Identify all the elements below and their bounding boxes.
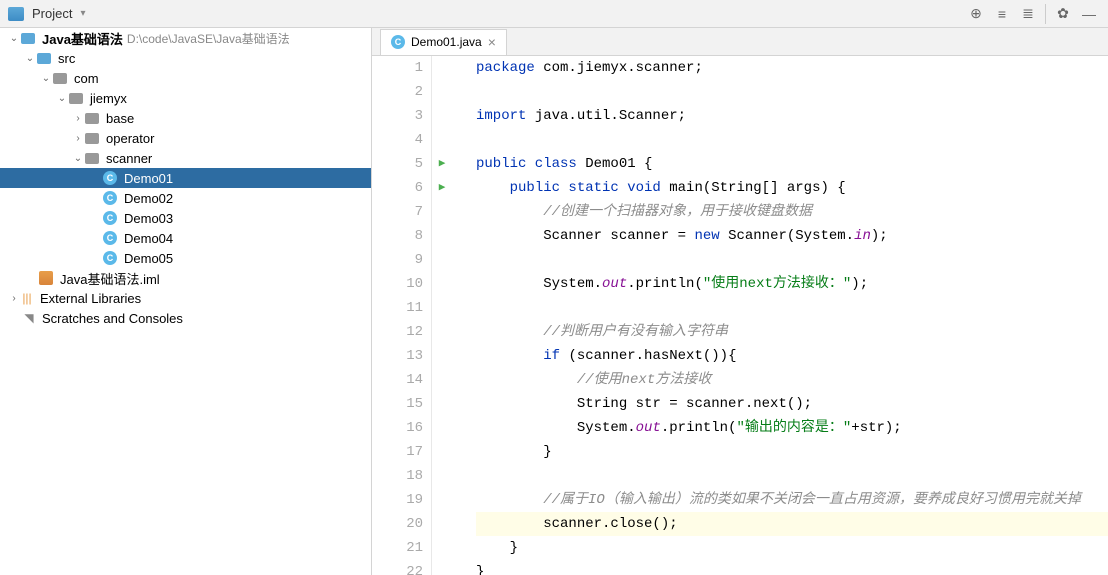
project-tree: ⌄ Java基础语法 D:\code\JavaSE\Java基础语法 ⌄ src… [0, 28, 372, 575]
tree-file-demo04[interactable]: C Demo04 [0, 228, 371, 248]
expand-all-icon[interactable]: ≡ [991, 3, 1013, 25]
package-icon [85, 133, 99, 144]
tree-file-demo01[interactable]: C Demo01 [0, 168, 371, 188]
package-icon [85, 153, 99, 164]
tree-path: D:\code\JavaSE\Java基础语法 [127, 30, 290, 47]
iml-icon [39, 271, 53, 285]
tree-label: External Libraries [40, 291, 141, 306]
tree-label: Demo04 [124, 231, 173, 246]
tree-label: src [58, 51, 75, 66]
editor-area: C Demo01.java × 123456789101112131415161… [372, 28, 1108, 575]
package-icon [85, 113, 99, 124]
tree-file-demo03[interactable]: C Demo03 [0, 208, 371, 228]
tree-scratches[interactable]: ◥ Scratches and Consoles [0, 308, 371, 328]
tree-label: Demo01 [124, 171, 173, 186]
java-class-icon: C [103, 251, 117, 265]
tree-label: Demo02 [124, 191, 173, 206]
gear-icon[interactable]: ✿ [1052, 3, 1074, 25]
scratches-icon: ◥ [22, 311, 36, 325]
tree-label: Demo05 [124, 251, 173, 266]
java-class-icon: C [103, 171, 117, 185]
java-class-icon: C [391, 35, 405, 49]
run-icon[interactable]: ▶ [432, 176, 452, 200]
tree-root[interactable]: ⌄ Java基础语法 D:\code\JavaSE\Java基础语法 [0, 28, 371, 48]
hide-icon[interactable]: — [1078, 3, 1100, 25]
tree-src[interactable]: ⌄ src [0, 48, 371, 68]
tree-jiemyx[interactable]: ⌄ jiemyx [0, 88, 371, 108]
chevron-down-icon[interactable]: ⌄ [72, 153, 84, 164]
tree-pkg-operator[interactable]: › operator [0, 128, 371, 148]
tree-pkg-scanner[interactable]: ⌄ scanner [0, 148, 371, 168]
tree-label: jiemyx [90, 91, 127, 106]
java-class-icon: C [103, 211, 117, 225]
tree-file-demo02[interactable]: C Demo02 [0, 188, 371, 208]
tree-label: operator [106, 131, 154, 146]
locate-icon[interactable]: ⊕ [965, 3, 987, 25]
tree-label: scanner [106, 151, 152, 166]
package-icon [69, 93, 83, 104]
chevron-down-icon[interactable]: ⌄ [24, 53, 36, 64]
tree-label: Java基础语法 [42, 29, 123, 48]
chevron-right-icon[interactable]: › [72, 133, 84, 144]
chevron-down-icon[interactable]: ⌄ [40, 73, 52, 84]
chevron-down-icon[interactable]: ⌄ [56, 93, 68, 104]
tree-label: Scratches and Consoles [42, 311, 183, 326]
tab-label: Demo01.java [411, 35, 482, 49]
chevron-down-icon[interactable]: ⌄ [8, 33, 20, 44]
java-class-icon: C [103, 231, 117, 245]
tree-label: com [74, 71, 99, 86]
chevron-right-icon[interactable]: › [72, 113, 84, 124]
project-icon [8, 7, 24, 21]
code-content[interactable]: package com.jiemyx.scanner;import java.u… [468, 56, 1108, 575]
tabs-bar: C Demo01.java × [372, 28, 1108, 56]
project-toolbar: Project ▾ ⊕ ≡ ≣ ✿ — [0, 0, 1108, 28]
divider [1045, 4, 1046, 24]
tree-label: Java基础语法.iml [60, 269, 160, 288]
dropdown-arrow-icon[interactable]: ▾ [80, 8, 85, 19]
line-number-gutter: 12345678910111213141516171819202122 [372, 56, 432, 575]
package-icon [53, 73, 67, 84]
code-editor[interactable]: 12345678910111213141516171819202122 ▶▶ p… [372, 56, 1108, 575]
tree-iml[interactable]: Java基础语法.iml [0, 268, 371, 288]
tab-demo01[interactable]: C Demo01.java × [380, 29, 507, 55]
libraries-icon: ||| [20, 291, 34, 305]
collapse-all-icon[interactable]: ≣ [1017, 3, 1039, 25]
tree-pkg-base[interactable]: › base [0, 108, 371, 128]
main-area: ⌄ Java基础语法 D:\code\JavaSE\Java基础语法 ⌄ src… [0, 28, 1108, 575]
run-icon[interactable]: ▶ [432, 152, 452, 176]
fold-gutter [452, 56, 468, 575]
tree-label: base [106, 111, 134, 126]
folder-icon [37, 53, 51, 64]
tree-file-demo05[interactable]: C Demo05 [0, 248, 371, 268]
tree-com[interactable]: ⌄ com [0, 68, 371, 88]
toolbar-title[interactable]: Project [32, 6, 72, 21]
java-class-icon: C [103, 191, 117, 205]
tree-external-libs[interactable]: › ||| External Libraries [0, 288, 371, 308]
module-icon [21, 33, 35, 44]
run-gutter: ▶▶ [432, 56, 452, 575]
close-icon[interactable]: × [488, 34, 496, 50]
tree-label: Demo03 [124, 211, 173, 226]
chevron-right-icon[interactable]: › [8, 293, 20, 304]
